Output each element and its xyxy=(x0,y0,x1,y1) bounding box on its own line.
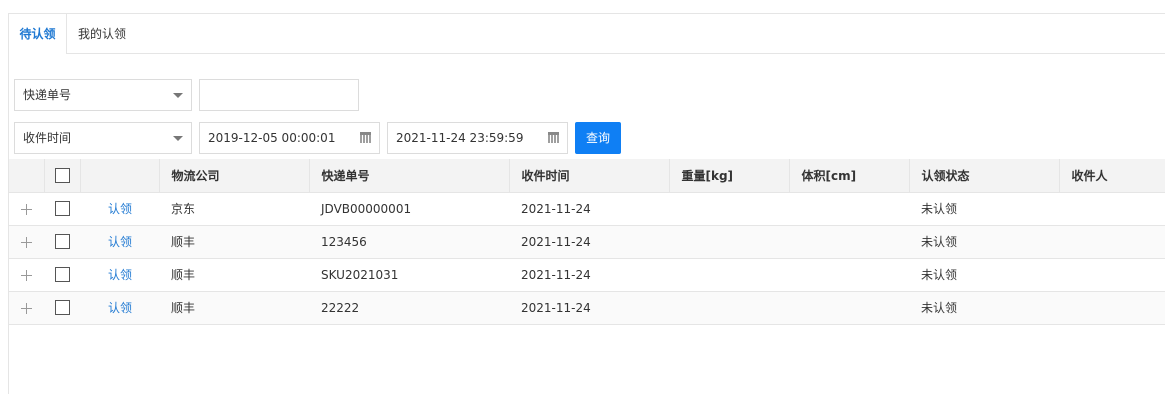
expand-plus-icon[interactable] xyxy=(21,203,32,215)
end-time-value: 2021-11-24 23:59:59 xyxy=(396,131,524,145)
cell-time: 2021-11-24 xyxy=(509,291,669,325)
cell-company: 京东 xyxy=(159,192,309,226)
cell-volume xyxy=(789,225,909,259)
select-all-header xyxy=(44,159,81,193)
cell-volume xyxy=(789,192,909,226)
cell-recipient xyxy=(1059,192,1165,226)
end-time-input[interactable]: 2021-11-24 23:59:59 xyxy=(387,122,568,154)
select-all-checkbox[interactable] xyxy=(54,167,70,183)
chevron-down-icon xyxy=(173,136,183,141)
header-status[interactable]: 认领状态 xyxy=(909,159,1060,193)
header-weight[interactable]: 重量[kg] xyxy=(669,159,790,193)
cell-weight xyxy=(669,291,789,325)
cell-weight xyxy=(669,192,789,226)
cell-company: 顺丰 xyxy=(159,291,309,325)
claim-link[interactable]: 认领 xyxy=(80,291,159,325)
row-checkbox[interactable] xyxy=(54,267,70,282)
table-row: 认领 顺丰 22222 2021-11-24 未认领 xyxy=(9,291,1165,325)
cell-time: 2021-11-24 xyxy=(509,258,669,292)
time-field-value: 收件时间 xyxy=(23,131,72,145)
checkbox-cell xyxy=(44,192,80,226)
cell-company: 顺丰 xyxy=(159,258,309,292)
checkbox-cell xyxy=(44,291,80,325)
cell-tracking: SKU2021031 xyxy=(309,258,509,292)
cell-status: 未认领 xyxy=(909,291,1059,325)
row-checkbox[interactable] xyxy=(54,201,70,216)
cell-recipient xyxy=(1059,258,1165,292)
cell-recipient xyxy=(1059,225,1165,259)
claim-link-label[interactable]: 认领 xyxy=(108,301,132,315)
header-time[interactable]: 收件时间 xyxy=(509,159,670,193)
tab-pending-claim[interactable]: 待认领 xyxy=(9,14,67,54)
action-header xyxy=(80,159,160,193)
claim-link[interactable]: 认领 xyxy=(80,225,159,259)
expand-header xyxy=(9,159,45,193)
claim-link-label[interactable]: 认领 xyxy=(108,268,132,282)
calendar-icon[interactable] xyxy=(360,132,371,143)
parcel-table: 物流公司 快递单号 收件时间 重量[kg] 体积[cm] 认领状态 收件人 认领… xyxy=(9,159,1165,325)
claim-link[interactable]: 认领 xyxy=(80,258,159,292)
tab-my-claims[interactable]: 我的认领 xyxy=(67,14,137,54)
checkbox-cell xyxy=(44,225,80,259)
search-field-select[interactable]: 快递单号 xyxy=(14,79,192,111)
chevron-down-icon xyxy=(173,93,183,98)
expand-cell xyxy=(9,258,44,292)
table-row: 认领 京东 JDVB00000001 2021-11-24 未认领 xyxy=(9,192,1165,226)
header-tracking[interactable]: 快递单号 xyxy=(309,159,510,193)
cell-status: 未认领 xyxy=(909,258,1059,292)
cell-volume xyxy=(789,258,909,292)
claim-link[interactable]: 认领 xyxy=(80,192,159,226)
table-row: 认领 顺丰 123456 2021-11-24 未认领 xyxy=(9,225,1165,259)
claim-link-label[interactable]: 认领 xyxy=(108,202,132,216)
cell-tracking: JDVB00000001 xyxy=(309,192,509,226)
expand-cell xyxy=(9,225,44,259)
cell-status: 未认领 xyxy=(909,225,1059,259)
cell-tracking: 123456 xyxy=(309,225,509,259)
search-input[interactable] xyxy=(199,79,359,111)
calendar-icon[interactable] xyxy=(548,132,559,143)
cell-company: 顺丰 xyxy=(159,225,309,259)
cell-tracking: 22222 xyxy=(309,291,509,325)
header-company[interactable]: 物流公司 xyxy=(159,159,310,193)
cell-time: 2021-11-24 xyxy=(509,192,669,226)
expand-plus-icon[interactable] xyxy=(21,302,32,314)
cell-weight xyxy=(669,225,789,259)
cell-volume xyxy=(789,291,909,325)
cell-recipient xyxy=(1059,291,1165,325)
row-checkbox[interactable] xyxy=(54,300,70,315)
expand-cell xyxy=(9,192,44,226)
expand-plus-icon[interactable] xyxy=(21,269,32,281)
claim-link-label[interactable]: 认领 xyxy=(108,235,132,249)
time-field-select[interactable]: 收件时间 xyxy=(14,122,192,154)
row-checkbox[interactable] xyxy=(54,234,70,249)
start-time-input[interactable]: 2019-12-05 00:00:01 xyxy=(199,122,380,154)
table-header-row: 物流公司 快递单号 收件时间 重量[kg] 体积[cm] 认领状态 收件人 xyxy=(9,159,1165,193)
cell-status: 未认领 xyxy=(909,192,1059,226)
expand-cell xyxy=(9,291,44,325)
table-row: 认领 顺丰 SKU2021031 2021-11-24 未认领 xyxy=(9,258,1165,292)
cell-time: 2021-11-24 xyxy=(509,225,669,259)
tab-bar: 待认领 我的认领 xyxy=(9,14,1165,54)
query-button[interactable]: 查询 xyxy=(575,122,621,154)
search-field-value: 快递单号 xyxy=(23,88,72,102)
start-time-value: 2019-12-05 00:00:01 xyxy=(208,131,336,145)
expand-plus-icon[interactable] xyxy=(21,236,32,248)
checkbox-cell xyxy=(44,258,80,292)
header-recipient[interactable]: 收件人 xyxy=(1059,159,1165,193)
cell-weight xyxy=(669,258,789,292)
header-volume[interactable]: 体积[cm] xyxy=(789,159,910,193)
